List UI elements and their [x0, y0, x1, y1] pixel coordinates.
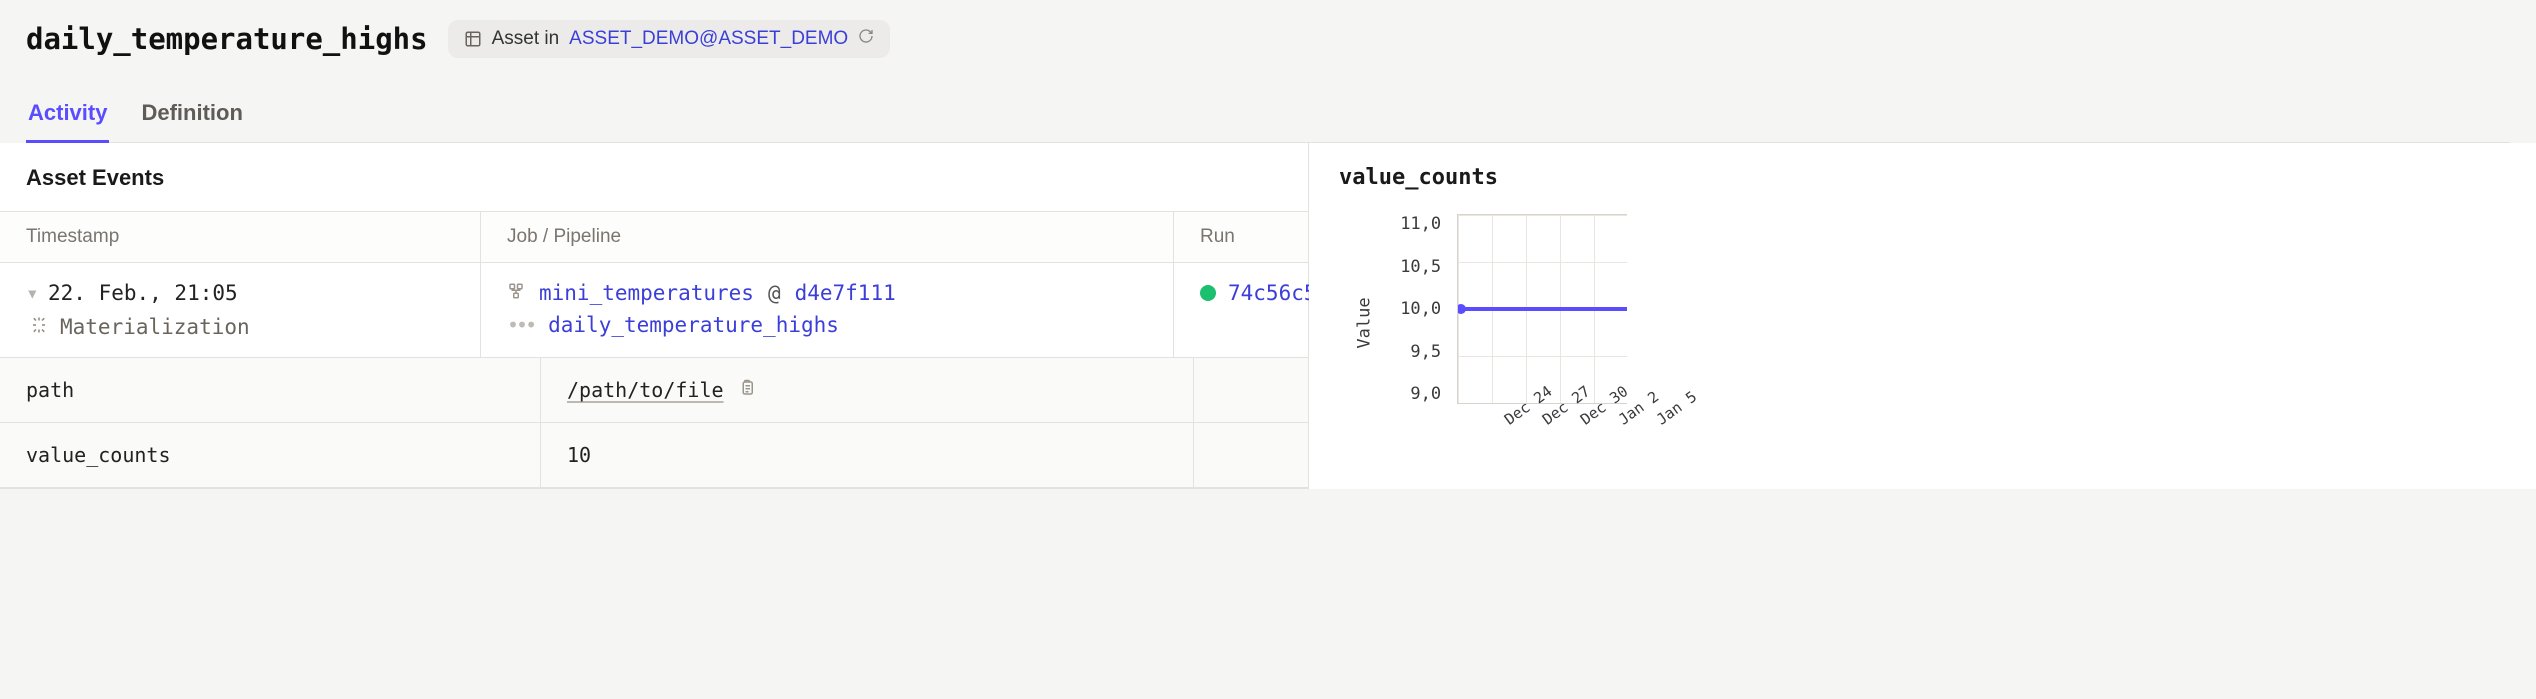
metadata-key: path: [0, 358, 540, 422]
snapshot-link[interactable]: d4e7f111: [795, 281, 896, 305]
event-row[interactable]: ▾ 22. Feb., 21:05 Materialization: [0, 263, 1308, 358]
tab-definition[interactable]: Definition: [139, 86, 244, 143]
metadata-row: value_counts 10: [0, 423, 1308, 488]
op-icon: •••: [507, 313, 534, 337]
op-name-link[interactable]: daily_temperature_highs: [548, 313, 839, 337]
y-tick: 10,5: [1400, 257, 1441, 277]
col-header-run: Run: [1173, 212, 1308, 262]
asset-location-chip[interactable]: Asset in ASSET_DEMO@ASSET_DEMO: [448, 20, 891, 58]
y-tick: 10,0: [1400, 299, 1441, 319]
metadata-key: value_counts: [0, 423, 540, 487]
job-name-link[interactable]: mini_temperatures: [539, 281, 754, 305]
asset-location-link[interactable]: ASSET_DEMO@ASSET_DEMO: [569, 28, 848, 50]
run-status-success-icon: [1200, 285, 1216, 301]
metadata-row: path /path/to/file: [0, 358, 1308, 423]
value-counts-chart: Value 11,0 10,5 10,0 9,5 9,0 Dec 24 Dec …: [1339, 214, 2536, 432]
col-header-job: Job / Pipeline: [480, 212, 1173, 262]
col-header-timestamp: Timestamp: [0, 212, 480, 262]
job-icon: [507, 281, 525, 305]
clipboard-icon[interactable]: [738, 378, 756, 402]
chart-series-line: [1458, 307, 1627, 311]
asset-events-heading: Asset Events: [0, 143, 1308, 211]
chart-plot-area[interactable]: [1457, 214, 1627, 404]
page-title: daily_temperature_highs: [26, 22, 428, 56]
reload-icon[interactable]: [858, 28, 874, 50]
chart-x-ticks: Dec 24 Dec 27 Dec 30 Jan 2 Jan 5: [1501, 414, 1683, 432]
chart-y-ticks: 11,0 10,5 10,0 9,5 9,0: [1400, 214, 1447, 404]
metadata-value: 10: [567, 443, 591, 467]
events-table-header: Timestamp Job / Pipeline Run: [0, 211, 1308, 263]
event-type-label: Materialization: [60, 315, 250, 339]
at-separator: @: [768, 281, 781, 305]
chart-series-point: [1457, 304, 1466, 314]
asset-location-prefix: Asset in: [492, 28, 560, 50]
y-tick: 9,5: [1400, 342, 1441, 362]
caret-down-icon[interactable]: ▾: [26, 281, 38, 305]
y-tick: 9,0: [1400, 384, 1441, 404]
repo-icon: [464, 30, 482, 48]
asset-tabs: Activity Definition: [26, 86, 2510, 143]
chart-title: value_counts: [1339, 165, 2536, 214]
y-tick: 11,0: [1400, 214, 1441, 234]
materialization-icon: [30, 315, 48, 339]
tab-activity[interactable]: Activity: [26, 86, 109, 143]
event-timestamp: 22. Feb., 21:05: [48, 281, 238, 305]
metadata-path-link[interactable]: /path/to/file: [567, 378, 724, 402]
chart-y-axis-label: Value: [1355, 297, 1375, 348]
